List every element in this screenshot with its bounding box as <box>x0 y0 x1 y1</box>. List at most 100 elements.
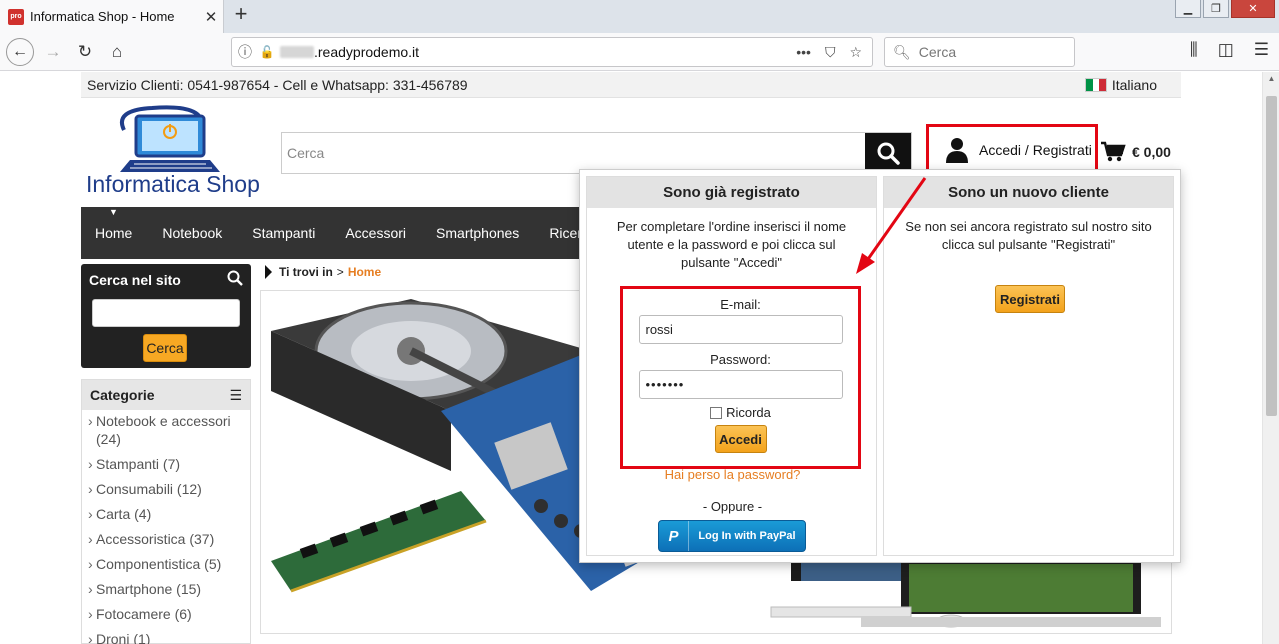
email-label: E-mail: <box>720 297 761 312</box>
customer-service-text: Servizio Clienti: 0541-987654 - Cell e W… <box>87 76 468 93</box>
or-separator: - Oppure - <box>702 499 763 514</box>
active-caret-icon: ▼ <box>109 207 118 217</box>
nav-item-notebook[interactable]: Notebook <box>162 225 222 241</box>
window-controls: ▁ ❐ ✕ <box>1175 0 1275 18</box>
nav-item-accessori[interactable]: Accessori <box>345 225 406 241</box>
browser-search-placeholder: Cerca <box>918 44 957 60</box>
list-icon[interactable]: ☰ <box>229 387 242 404</box>
category-item[interactable]: Droni (1) <box>88 630 246 644</box>
category-item[interactable]: Consumabili (12) <box>88 480 246 498</box>
browser-tab-bar: pro Informatica Shop - Home ✕ + ▁ ❐ ✕ <box>0 0 1279 33</box>
remember-label: Ricorda <box>726 405 771 420</box>
home-icon[interactable]: ⌂ <box>104 40 130 64</box>
category-item[interactable]: Fotocamere (6) <box>88 605 246 623</box>
category-item[interactable]: Carta (4) <box>88 505 246 523</box>
language-label: Italiano <box>1111 77 1157 93</box>
site-logo[interactable]: Informatica Shop <box>84 104 270 200</box>
categories-list: Notebook e accessori (24) Stampanti (7) … <box>82 410 250 644</box>
site-search-button[interactable] <box>865 133 911 173</box>
category-item[interactable]: Stampanti (7) <box>88 455 246 473</box>
account-label: Accedi / Registrati <box>979 142 1092 158</box>
sidebar-search-button[interactable]: Cerca <box>143 334 187 362</box>
browser-search-bar[interactable]: 🔍︎ Cerca <box>884 37 1075 67</box>
login-button[interactable]: Accedi <box>714 425 767 453</box>
nav-item-stampanti[interactable]: Stampanti <box>252 225 315 241</box>
email-field[interactable]: rossi <box>638 315 843 344</box>
back-icon[interactable]: ← <box>6 38 34 66</box>
computer-logo-icon <box>120 105 220 172</box>
address-bar[interactable]: ⓘ 🔓 .readyprodemo.it ••• ⛉ ☆ <box>231 37 873 67</box>
site-info-icon[interactable]: ⓘ <box>232 42 258 62</box>
new-customer-instructions: Se non sei ancora registrato sul nostro … <box>905 219 1152 252</box>
browser-toolbar: ← → ↻ ⌂ ⓘ 🔓 .readyprodemo.it ••• ⛉ ☆ 🔍︎ … <box>0 33 1279 71</box>
bookmark-star-icon[interactable]: ☆ <box>849 44 862 61</box>
forward-icon[interactable]: → <box>40 40 66 64</box>
cart-total: € 0,00 <box>1132 144 1171 160</box>
cart-icon <box>1101 141 1126 162</box>
url-actions: ••• ⛉ ☆ <box>796 44 862 61</box>
scroll-up-icon[interactable]: ▲ <box>1263 74 1279 83</box>
search-icon <box>227 270 243 289</box>
category-item[interactable]: Accessoristica (37) <box>88 530 246 548</box>
nav-item-home[interactable]: Home <box>95 225 132 241</box>
italy-flag-icon <box>1084 78 1107 92</box>
paypal-label: Log In with PayPal <box>698 530 796 542</box>
breadcrumb: Ti trovi in > Home <box>265 265 381 279</box>
reload-icon[interactable]: ↻ <box>72 40 98 64</box>
sidebar-icon[interactable]: ◫ <box>1218 40 1234 60</box>
cart-button[interactable]: € 0,00 <box>1100 141 1171 163</box>
scroll-thumb[interactable] <box>1266 96 1277 416</box>
page-actions-icon[interactable]: ••• <box>796 44 811 61</box>
breadcrumb-current[interactable]: Home <box>348 265 381 279</box>
sidebar-search-title: Cerca nel sito <box>89 272 181 288</box>
browser-tab-active[interactable]: pro Informatica Shop - Home ✕ <box>0 0 224 33</box>
remember-checkbox[interactable] <box>710 406 723 419</box>
user-icon <box>946 138 968 163</box>
maximize-icon[interactable]: ❐ <box>1203 0 1229 18</box>
window-close-icon[interactable]: ✕ <box>1231 0 1275 18</box>
pocket-icon[interactable]: ⛉ <box>825 44 836 61</box>
new-tab-icon[interactable]: + <box>230 3 252 27</box>
categories-box: Categorie ☰ Notebook e accessori (24) St… <box>81 379 251 644</box>
toolbar-right-icons: ⫼ ◫ ☰ <box>1190 40 1269 60</box>
breadcrumb-separator: > <box>336 265 344 279</box>
password-label: Password: <box>710 352 771 367</box>
logo-text: Informatica Shop <box>86 171 260 197</box>
breadcrumb-prefix: Ti trovi in <box>279 265 333 279</box>
url-text: .readyprodemo.it <box>314 44 420 60</box>
minimize-icon[interactable]: ▁ <box>1175 0 1201 18</box>
paypal-login-button[interactable]: P Log In with PayPal <box>658 520 806 552</box>
site-favicon-icon: pro <box>8 8 24 25</box>
category-item[interactable]: Notebook e accessori (24) <box>88 412 246 448</box>
site-search-input[interactable]: Cerca <box>282 133 865 173</box>
category-item[interactable]: Componentistica (5) <box>88 555 246 573</box>
tab-title: Informatica Shop - Home <box>30 9 175 24</box>
tab-close-icon[interactable]: ✕ <box>199 8 223 26</box>
category-item[interactable]: Smartphone (15) <box>88 580 246 598</box>
registered-title: Sono già registrato <box>587 177 876 208</box>
remember-row: Ricorda <box>623 405 858 420</box>
login-dropdown: Sono già registrato Per completare l'ord… <box>579 169 1181 563</box>
categories-header: Categorie ☰ <box>82 380 250 410</box>
registered-instructions: Per completare l'ordine inserisci il nom… <box>616 219 847 270</box>
insecure-lock-icon[interactable]: 🔓 <box>258 45 276 59</box>
register-button[interactable]: Registrati <box>995 285 1065 313</box>
breadcrumb-arrow-icon <box>265 265 272 279</box>
language-selector[interactable]: Italiano <box>1084 77 1157 93</box>
forgot-password-link[interactable]: Hai perso la password? <box>587 467 878 482</box>
menu-icon[interactable]: ☰ <box>1254 40 1269 60</box>
contact-strip: Servizio Clienti: 0541-987654 - Cell e W… <box>81 72 1181 98</box>
nav-item-smartphones[interactable]: Smartphones <box>436 225 519 241</box>
library-icon[interactable]: ⫼ <box>1190 40 1198 60</box>
site-search: Cerca <box>281 132 912 174</box>
paypal-icon: P <box>659 521 689 551</box>
password-field[interactable]: ••••••• <box>638 370 843 399</box>
categories-title: Categorie <box>90 387 155 403</box>
search-icon: 🔍︎ <box>893 43 911 60</box>
page-scrollbar[interactable]: ▲ <box>1262 72 1279 644</box>
new-customer-title: Sono un nuovo cliente <box>884 177 1173 208</box>
url-redacted <box>280 46 314 58</box>
sidebar-search-box: Cerca nel sito Cerca <box>81 264 251 368</box>
sidebar-search-input[interactable] <box>92 299 240 327</box>
search-icon <box>877 142 900 165</box>
